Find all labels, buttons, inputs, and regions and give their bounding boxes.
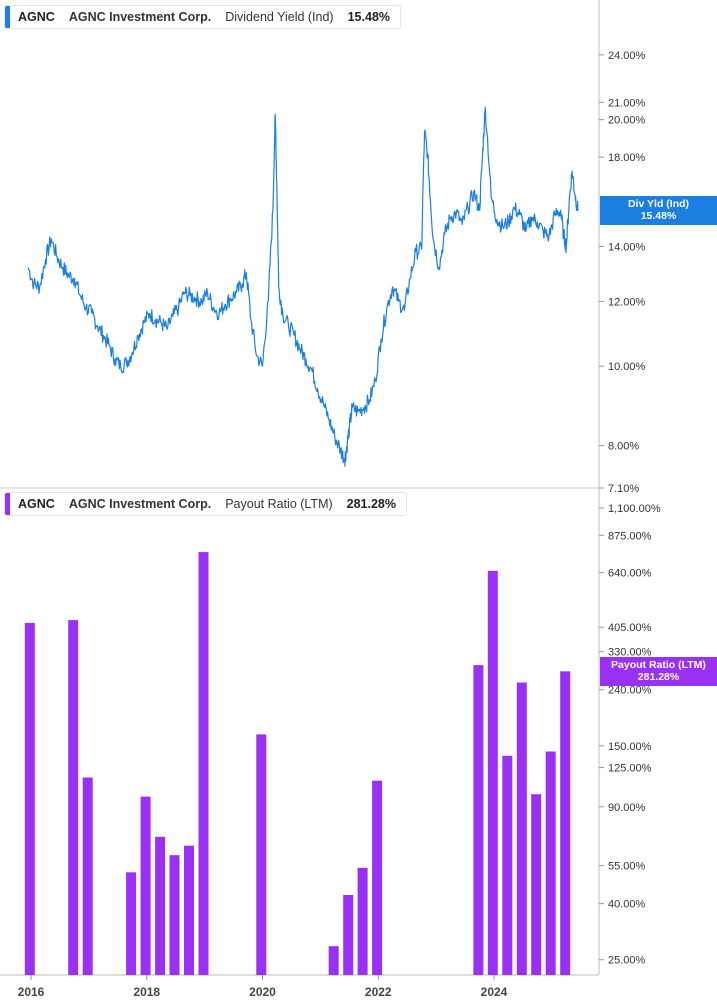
payout-ratio-bar: [560, 671, 571, 975]
payout-ratio-bar: [256, 734, 267, 975]
y-tick-label: 90.00%: [608, 802, 646, 814]
y-tick-label: 1,100.00%: [608, 503, 661, 515]
y-tick-label: 12.00%: [608, 296, 646, 308]
current-value-tag-payout-ratio: Payout Ratio (LTM) 281.28%: [600, 656, 717, 686]
y-tick-label: 10.00%: [608, 361, 646, 373]
payout-ratio-bar: [372, 780, 383, 975]
payout-ratio-bar: [155, 836, 166, 975]
legend-ticker: AGNC: [18, 10, 55, 24]
current-value-tag-dividend-yield: Div Yld (Ind) 15.48%: [600, 195, 717, 225]
x-tick-label: 2022: [365, 985, 392, 999]
payout-ratio-bar: [343, 895, 354, 975]
payout-ratio-bar: [68, 620, 79, 975]
y-tick-label: 55.00%: [608, 861, 646, 873]
y-tick-label: 875.00%: [608, 530, 652, 542]
payout-ratio-bar: [473, 665, 484, 975]
legend-metric: Dividend Yield (Ind): [225, 10, 334, 24]
y-tick-label: 20.00%: [608, 115, 646, 127]
payout-ratio-bar: [487, 570, 498, 975]
y-tick-label: 7.10%: [608, 483, 639, 495]
payout-ratio-bar: [516, 682, 527, 975]
tag-value: 281.28%: [637, 670, 680, 683]
legend-company: AGNC Investment Corp.: [68, 497, 212, 511]
legend-metric: Payout Ratio (LTM): [225, 497, 333, 511]
y-tick-label: 25.00%: [608, 955, 646, 967]
legend-dividend-yield: AGNC AGNC Investment Corp. Dividend Yiel…: [4, 5, 402, 29]
payout-ratio-bar: [184, 845, 194, 975]
legend-value: 15.48%: [347, 10, 391, 24]
payout-ratio-bar: [126, 872, 137, 975]
x-tick-label: 2024: [481, 985, 508, 999]
y-tick-label: 8.00%: [608, 441, 639, 453]
dividend-yield-line: [27, 106, 579, 467]
tag-label: Payout Ratio (LTM): [611, 658, 706, 671]
payout-ratio-bar: [82, 777, 93, 975]
x-axis: 2016 2018 2020 2022 2024: [18, 975, 508, 999]
legend-payout-ratio: AGNC AGNC Investment Corp. Payout Ratio …: [4, 492, 408, 516]
payout-ratio-bar: [357, 867, 368, 975]
payout-ratio-bar: [531, 794, 542, 975]
y-tick-label: 14.00%: [608, 242, 646, 254]
x-tick-label: 2016: [18, 985, 45, 999]
payout-ratio-bar: [502, 755, 513, 975]
dividend-yield-series: [27, 106, 579, 467]
y-tick-label: 24.00%: [608, 50, 646, 62]
payout-ratio-bar: [198, 552, 209, 975]
y-tick-label: 18.00%: [608, 152, 646, 164]
legend-value: 281.28%: [346, 497, 397, 511]
y-tick-label: 405.00%: [608, 622, 652, 634]
payout-ratio-bar: [545, 751, 556, 975]
tag-label: Div Yld (Ind): [627, 197, 690, 210]
y-axis-bottom: 1,100.00%875.00%640.00%405.00%330.00%240…: [599, 503, 661, 967]
legend-swatch: [5, 493, 10, 515]
y-tick-label: 640.00%: [608, 568, 652, 580]
legend-company: AGNC Investment Corp.: [68, 10, 212, 24]
y-tick-label: 240.00%: [608, 685, 652, 697]
tag-value: 15.48%: [640, 209, 677, 222]
payout-ratio-bar: [140, 796, 151, 975]
y-tick-label: 150.00%: [608, 741, 652, 753]
y-tick-label: 21.00%: [608, 97, 646, 109]
payout-ratio-bar: [328, 946, 339, 975]
payout-ratio-bar: [169, 855, 180, 975]
legend-ticker: AGNC: [18, 497, 55, 511]
x-tick-label: 2018: [133, 985, 160, 999]
payout-ratio-bars: [24, 552, 571, 975]
legend-swatch: [5, 6, 10, 28]
x-tick-label: 2020: [249, 985, 276, 999]
y-tick-label: 40.00%: [608, 899, 646, 911]
y-tick-label: 125.00%: [608, 763, 652, 775]
y-axis-top: 24.00% 21.00% 20.00% 18.00% 14.00% 12.00% 10.0…: [599, 50, 646, 495]
payout-ratio-bar: [24, 622, 35, 975]
